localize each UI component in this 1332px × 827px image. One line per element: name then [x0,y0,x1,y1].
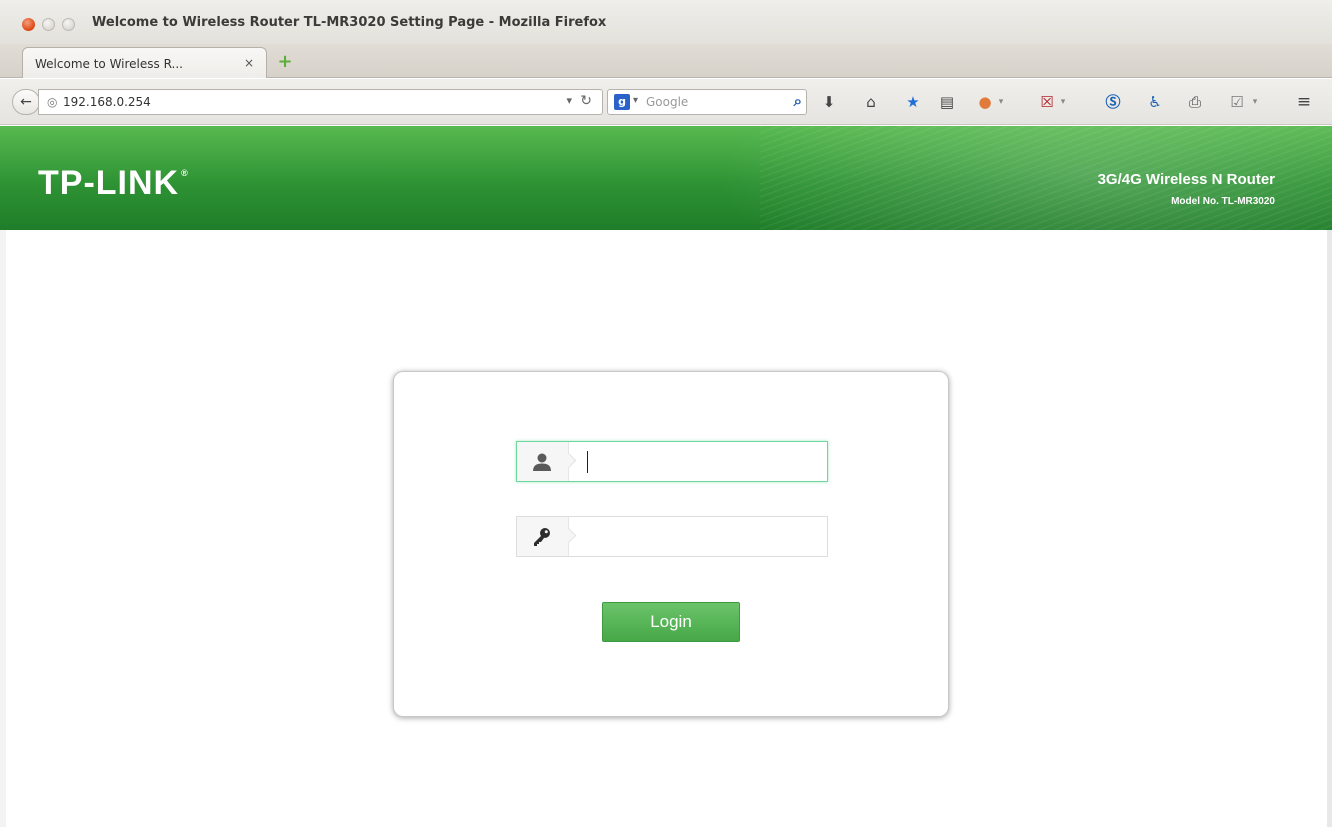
search-bar[interactable]: g ▾ Google ⌕ [607,89,807,115]
search-input[interactable]: Google [646,95,688,109]
addon-red-icon[interactable]: ☒ [1038,92,1056,112]
addon-red-dropdown-icon[interactable]: ▾ [1058,92,1068,112]
back-icon: ← [20,94,32,110]
bookmarks-menu-icon[interactable]: ▤ [938,92,956,112]
window-titlebar: Welcome to Wireless Router TL-MR3020 Set… [0,0,1332,44]
registered-mark: ® [181,168,189,178]
login-panel: Login [393,371,949,717]
page-right-edge [1327,230,1332,827]
username-icon-box [517,442,577,481]
user-icon [533,453,551,471]
brand-name: TP-LINK [38,164,180,202]
back-button[interactable]: ← [12,89,40,115]
key-icon [534,528,550,546]
tab-strip: Welcome to Wireless R... × + [0,44,1332,78]
reload-icon[interactable]: ↻ [580,93,592,109]
window-minimize-button[interactable] [42,18,55,31]
url-text[interactable]: 192.168.0.254 [63,95,151,109]
skype-icon[interactable]: Ⓢ [1104,92,1122,112]
search-engine-icon[interactable]: g [614,94,630,110]
model-number: Model No. TL-MR3020 [1171,196,1275,207]
page-left-edge [0,230,6,827]
login-button[interactable]: Login [602,602,740,642]
addon-dropdown-icon[interactable]: ▾ [996,92,1006,112]
window-title: Welcome to Wireless Router TL-MR3020 Set… [92,15,607,30]
print-icon[interactable]: ⎙ [1186,92,1204,112]
globe-icon: ◎ [47,95,58,109]
username-icon-notch [560,452,577,469]
password-input[interactable] [577,523,817,550]
window-maximize-button[interactable] [62,18,75,31]
password-field[interactable] [516,516,828,557]
password-icon-box [517,517,577,556]
navigation-toolbar: ← ◎ 192.168.0.254 ▾ ↻ g ▾ Google ⌕ ⬇ ⌂ ★… [0,79,1332,125]
accessibility-icon[interactable]: ♿ [1146,92,1164,112]
username-input[interactable] [577,448,817,475]
bookmark-star-icon[interactable]: ★ [904,92,922,112]
tab-router-login[interactable]: Welcome to Wireless R... × [22,47,267,78]
product-name: 3G/4G Wireless N Router [1097,171,1275,188]
window-close-button[interactable] [22,18,35,31]
url-bar[interactable]: ◎ 192.168.0.254 ▾ ↻ [38,89,603,115]
tab-close-icon[interactable]: × [244,56,254,70]
password-icon-notch [560,527,577,544]
url-history-dropdown-icon[interactable]: ▾ [566,94,572,107]
tab-label: Welcome to Wireless R... [35,57,183,71]
hamburger-menu-icon[interactable]: ≡ [1294,92,1314,112]
checklist-icon[interactable]: ☑ [1228,92,1246,112]
router-header-banner: TP-LINK ® 3G/4G Wireless N Router Model N… [0,126,1332,230]
search-icon[interactable]: ⌕ [794,92,802,110]
download-icon[interactable]: ⬇ [820,92,838,112]
new-tab-icon[interactable]: + [276,53,294,71]
username-field[interactable] [516,441,828,482]
search-engine-dropdown-icon[interactable]: ▾ [633,95,638,106]
home-icon[interactable]: ⌂ [862,92,880,112]
tp-link-logo: TP-LINK ® [38,164,189,203]
checklist-dropdown-icon[interactable]: ▾ [1250,92,1260,112]
text-caret [587,451,588,473]
addon-icon[interactable]: ● [976,92,994,112]
